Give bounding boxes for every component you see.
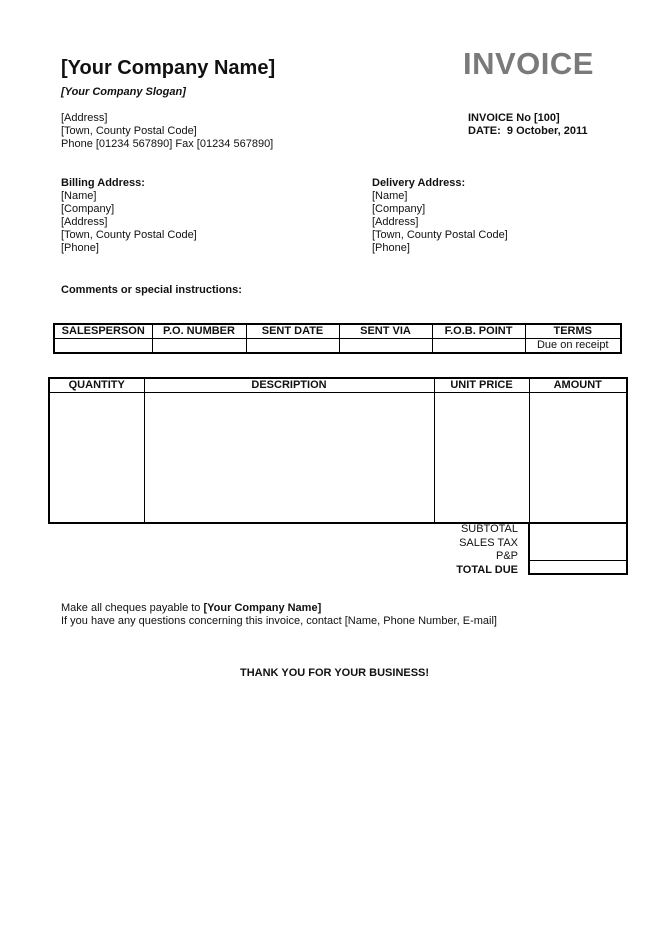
fob-point-cell[interactable] — [432, 338, 526, 353]
delivery-town: [Town, County Postal Code] — [372, 229, 508, 241]
totals-labels: SUBTOTAL SALES TAX P&P TOTAL DUE — [430, 523, 518, 577]
description-header: DESCRIPTION — [144, 378, 435, 393]
salesperson-header: SALESPERSON — [54, 324, 153, 339]
order-info-table: SALESPERSON P.O. NUMBER SENT DATE SENT V… — [53, 323, 622, 354]
total-due-cell[interactable] — [530, 561, 626, 573]
billing-company: [Company] — [61, 203, 115, 215]
pp-label: P&P — [495, 550, 518, 562]
company-slogan: [Your Company Slogan] — [61, 86, 186, 98]
billing-phone: [Phone] — [61, 242, 99, 254]
unit-price-header: UNIT PRICE — [434, 378, 530, 393]
company-address: [Address] [Town, County Postal Code] Pho… — [61, 112, 273, 151]
invoice-number: INVOICE No [100] — [468, 112, 560, 124]
line-items-body-row — [49, 392, 627, 524]
sent-via-header: SENT VIA — [339, 324, 433, 339]
delivery-address: Delivery Address: [Name] [Company] [Addr… — [372, 177, 508, 255]
terms-cell[interactable]: Due on receipt — [525, 339, 621, 354]
subtotal-label: SUBTOTAL — [460, 523, 518, 535]
delivery-heading: Delivery Address: — [372, 177, 466, 189]
company-address-line: [Town, County Postal Code] — [61, 125, 197, 137]
billing-address: Billing Address: [Name] [Company] [Addre… — [61, 177, 197, 255]
line-items-table: QUANTITY DESCRIPTION UNIT PRICE AMOUNT — [48, 377, 628, 524]
delivery-company: [Company] — [372, 203, 426, 215]
terms-header: TERMS — [525, 324, 621, 339]
invoice-title: INVOICE — [463, 46, 594, 81]
amount-header: AMOUNT — [529, 378, 627, 393]
billing-town: [Town, County Postal Code] — [61, 229, 197, 241]
questions-line: If you have any questions concerning thi… — [61, 615, 497, 627]
billing-street: [Address] — [61, 216, 108, 228]
cheques-line: Make all cheques payable to [Your Compan… — [61, 602, 321, 615]
company-address-line: [Address] — [61, 112, 108, 124]
sent-date-header: SENT DATE — [246, 324, 340, 339]
delivery-name: [Name] — [372, 190, 408, 202]
sent-via-cell[interactable] — [339, 338, 433, 353]
quantity-cell[interactable] — [49, 392, 145, 523]
company-name: [Your Company Name] — [61, 57, 276, 79]
comments-label: Comments or special instructions: — [61, 284, 242, 296]
sales-tax-label: SALES TAX — [459, 536, 518, 549]
subtotal-tax-pp-cell[interactable] — [530, 522, 626, 561]
description-cell[interactable] — [144, 392, 435, 523]
order-info-header-row: SALESPERSON P.O. NUMBER SENT DATE SENT V… — [54, 324, 621, 339]
cheques-company-name: [Your Company Name] — [203, 602, 322, 614]
unit-price-cell[interactable] — [434, 392, 530, 523]
salesperson-cell[interactable] — [54, 338, 153, 353]
fob-point-header: F.O.B. POINT — [432, 324, 526, 339]
quantity-header: QUANTITY — [49, 378, 145, 393]
thank-you-message: THANK YOU FOR YOUR BUSINESS! — [240, 667, 430, 679]
sent-date-cell[interactable] — [246, 338, 340, 353]
line-items-header-row: QUANTITY DESCRIPTION UNIT PRICE AMOUNT — [49, 378, 627, 393]
invoice-date: DATE: 9 October, 2011 — [468, 125, 588, 137]
delivery-phone: [Phone] — [372, 242, 410, 254]
po-number-header: P.O. NUMBER — [152, 324, 247, 339]
billing-name: [Name] — [61, 190, 97, 202]
delivery-street: [Address] — [372, 216, 419, 228]
order-info-value-row: Due on receipt — [54, 338, 621, 354]
totals-box — [528, 522, 628, 575]
po-number-cell[interactable] — [152, 338, 247, 353]
cheques-prefix: Make all cheques payable to — [61, 602, 204, 614]
company-phone-fax: Phone [01234 567890] Fax [01234 567890] — [61, 138, 274, 150]
amount-cell[interactable] — [529, 393, 627, 524]
billing-heading: Billing Address: — [61, 177, 145, 189]
total-due-label: TOTAL DUE — [456, 563, 518, 576]
